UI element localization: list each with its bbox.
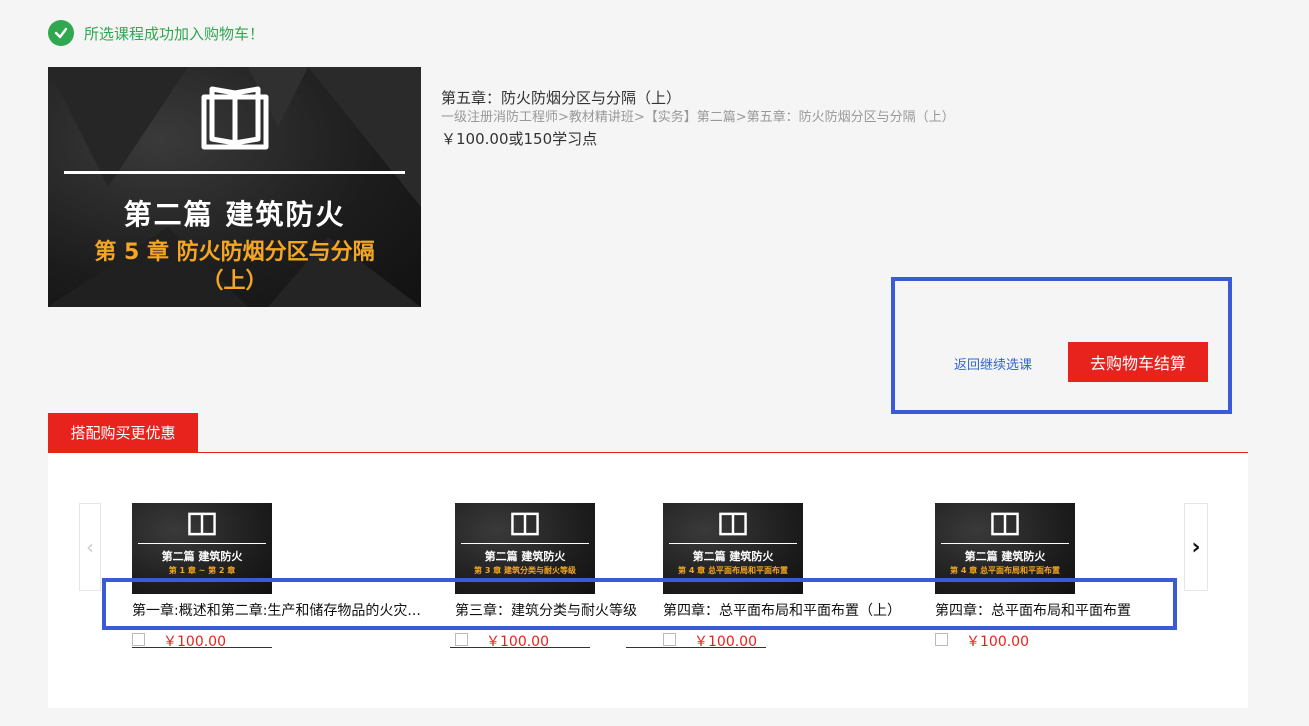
thumbnail-title: 第二篇 建筑防火 xyxy=(161,550,243,563)
cover-chapter-part: （上） xyxy=(201,269,268,294)
carousel-prev-button[interactable]: ‹ xyxy=(79,503,101,591)
thumbnail-subtitle: 第 4 章 总平面布局和平面布置 xyxy=(950,566,1060,575)
bundle-item-name[interactable]: 第三章：建筑分类与耐火等级 xyxy=(455,600,637,620)
thumbnail-subtitle: 第 1 章 ~ 第 2 章 xyxy=(168,566,236,575)
bundle-item-price: ￥100.00 xyxy=(486,634,549,650)
thumbnail-subtitle: 第 4 章 总平面布局和平面布置 xyxy=(678,566,788,575)
chevron-right-icon: › xyxy=(1191,534,1201,560)
course-price: ￥100.00或150学习点 xyxy=(441,130,598,148)
bundle-item-checkbox[interactable] xyxy=(663,633,676,646)
chevron-left-icon: ‹ xyxy=(86,535,94,559)
bundle-item-price: ￥100.00 xyxy=(163,634,226,650)
bundle-item-name[interactable]: 第一章:概述和第二章:生产和储存物品的火灾... xyxy=(132,600,421,620)
open-book-icon xyxy=(188,512,216,536)
cover-divider xyxy=(64,171,405,174)
thumbnail-title: 第二篇 建筑防火 xyxy=(692,550,774,563)
bundle-item-checkbox[interactable] xyxy=(132,633,145,646)
success-text: 所选课程成功加入购物车！ xyxy=(84,24,265,43)
cover-chapter: 第 5 章 防火防烟分区与分隔 xyxy=(94,240,375,265)
thumbnail-subtitle: 第 3 章 建筑分类与耐火等级 xyxy=(474,566,576,575)
check-circle-icon xyxy=(48,20,74,46)
bundle-item-checkbox[interactable] xyxy=(455,633,468,646)
cover-title: 第二篇 建筑防火 xyxy=(123,198,346,231)
thumbnail-divider xyxy=(461,543,589,544)
tab-bundle-offers[interactable]: 搭配购买更优惠 xyxy=(48,413,198,452)
bundle-item-name[interactable]: 第四章：总平面布局和平面布置 xyxy=(935,600,1131,620)
thumbnail-divider xyxy=(669,543,797,544)
bundle-item-price: ￥100.00 xyxy=(694,634,757,650)
bundle-item-checkbox[interactable] xyxy=(935,633,948,646)
carousel-next-button[interactable]: › xyxy=(1184,503,1208,591)
open-book-icon xyxy=(201,86,269,150)
bundle-item-price: ￥100.00 xyxy=(966,634,1029,650)
thumbnail-divider xyxy=(138,543,266,544)
course-title: 第五章：防火防烟分区与分隔（上） xyxy=(441,89,682,107)
bundle-item-name[interactable]: 第四章：总平面布局和平面布置（上） xyxy=(663,600,901,620)
checkout-button[interactable]: 去购物车结算 xyxy=(1068,342,1208,382)
course-breadcrumb: 一级注册消防工程师>教材精讲班>【实务】第二篇>第五章：防火防烟分区与分隔（上） xyxy=(441,110,955,125)
continue-shopping-link[interactable]: 返回继续选课 xyxy=(954,354,1032,373)
thumbnail-divider xyxy=(941,543,1069,544)
open-book-icon xyxy=(991,512,1019,536)
open-book-icon xyxy=(511,512,539,536)
course-info: 第五章：防火防烟分区与分隔（上） 一级注册消防工程师>教材精讲班>【实务】第二篇… xyxy=(441,88,955,150)
course-cover-image: 第二篇 建筑防火 第 5 章 防火防烟分区与分隔 （上） xyxy=(48,67,421,307)
open-book-icon xyxy=(719,512,747,536)
thumbnail-title: 第二篇 建筑防火 xyxy=(484,550,566,563)
thumbnail-title: 第二篇 建筑防火 xyxy=(964,550,1046,563)
success-message: 所选课程成功加入购物车！ xyxy=(48,20,264,46)
